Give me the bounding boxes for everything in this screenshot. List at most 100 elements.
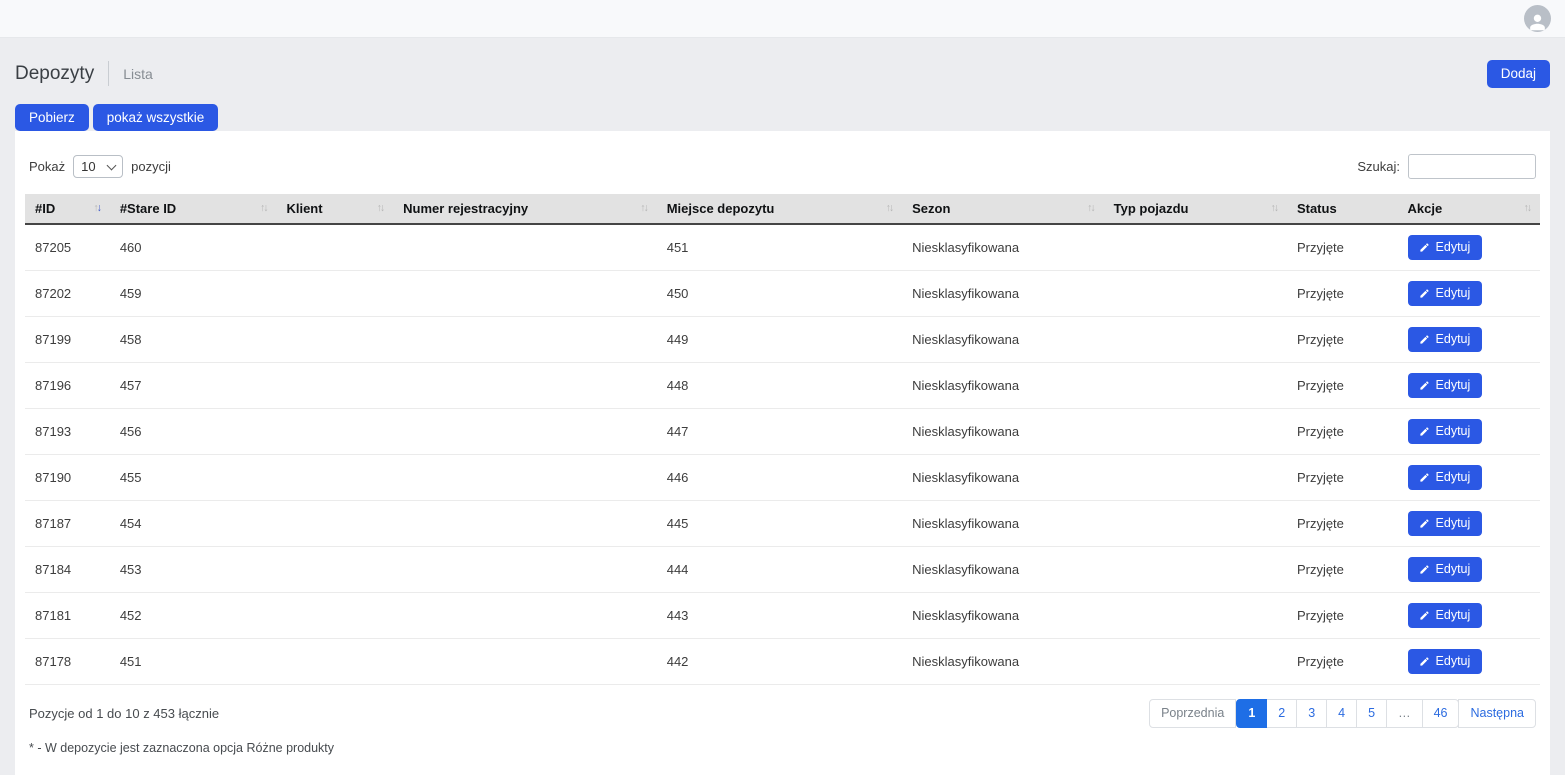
cell-status: Przyjęte bbox=[1287, 639, 1398, 685]
cell-stare-id: 458 bbox=[110, 317, 277, 363]
chevron-down-icon bbox=[107, 160, 117, 170]
cell-klient bbox=[276, 363, 393, 409]
sort-icon: ↑↓ bbox=[260, 201, 267, 215]
sort-icon: ↑↓ bbox=[1270, 201, 1277, 215]
cell-id: 87202 bbox=[25, 271, 110, 317]
cell-id: 87196 bbox=[25, 363, 110, 409]
cell-numer-rejestracyjny bbox=[393, 501, 657, 547]
table-row: 87181 452 443 Niesklasyfikowana Przyjęte… bbox=[25, 593, 1540, 639]
cell-typ-pojazdu bbox=[1104, 639, 1287, 685]
cell-akcje: Edytuj bbox=[1398, 455, 1540, 501]
edit-button[interactable]: Edytuj bbox=[1408, 327, 1483, 353]
column-header-sezon[interactable]: ↑↓ Sezon bbox=[902, 194, 1103, 224]
cell-stare-id: 456 bbox=[110, 409, 277, 455]
pagination-page[interactable]: 46 bbox=[1422, 699, 1460, 728]
cell-numer-rejestracyjny bbox=[393, 455, 657, 501]
pagination-previous[interactable]: Poprzednia bbox=[1149, 699, 1236, 728]
edit-button[interactable]: Edytuj bbox=[1408, 649, 1483, 675]
column-header-typ-pojazdu[interactable]: ↑↓ Typ pojazdu bbox=[1104, 194, 1287, 224]
pagination-page[interactable]: 5 bbox=[1356, 699, 1387, 728]
cell-stare-id: 451 bbox=[110, 639, 277, 685]
pagination-page[interactable]: 2 bbox=[1266, 699, 1297, 728]
pagination: Poprzednia 12345…46 Następna bbox=[1149, 699, 1536, 728]
cell-id: 87187 bbox=[25, 501, 110, 547]
edit-button[interactable]: Edytuj bbox=[1408, 557, 1483, 583]
table-info: Pozycje od 1 do 10 z 453 łącznie bbox=[29, 706, 219, 721]
table-row: 87178 451 442 Niesklasyfikowana Przyjęte… bbox=[25, 639, 1540, 685]
pencil-icon bbox=[1419, 380, 1430, 391]
cell-typ-pojazdu bbox=[1104, 501, 1287, 547]
cell-klient bbox=[276, 501, 393, 547]
cell-stare-id: 453 bbox=[110, 547, 277, 593]
pagination-page[interactable]: 1 bbox=[1236, 699, 1267, 728]
cell-sezon: Niesklasyfikowana bbox=[902, 409, 1103, 455]
cell-id: 87184 bbox=[25, 547, 110, 593]
cell-klient bbox=[276, 639, 393, 685]
table-row: 87187 454 445 Niesklasyfikowana Przyjęte… bbox=[25, 501, 1540, 547]
pencil-icon bbox=[1419, 288, 1430, 299]
search-input[interactable] bbox=[1408, 154, 1536, 179]
pencil-icon bbox=[1419, 610, 1430, 621]
edit-button[interactable]: Edytuj bbox=[1408, 373, 1483, 399]
cell-id: 87193 bbox=[25, 409, 110, 455]
show-all-button[interactable]: pokaż wszystkie bbox=[93, 104, 219, 132]
column-header-miejsce-depozytu[interactable]: ↑↓ Miejsce depozytu bbox=[657, 194, 902, 224]
cell-id: 87178 bbox=[25, 639, 110, 685]
table-card: Pokaż 10 pozycji Szukaj: ↑↓ bbox=[15, 131, 1550, 775]
user-avatar-icon[interactable] bbox=[1524, 5, 1551, 32]
cell-numer-rejestracyjny bbox=[393, 409, 657, 455]
edit-button[interactable]: Edytuj bbox=[1408, 465, 1483, 491]
column-header-akcje[interactable]: ↑↓ Akcje bbox=[1398, 194, 1540, 224]
cell-miejsce-depozytu: 448 bbox=[657, 363, 902, 409]
cell-id: 87181 bbox=[25, 593, 110, 639]
download-button[interactable]: Pobierz bbox=[15, 104, 89, 132]
edit-button[interactable]: Edytuj bbox=[1408, 235, 1483, 261]
edit-button[interactable]: Edytuj bbox=[1408, 419, 1483, 445]
pencil-icon bbox=[1419, 334, 1430, 345]
edit-button[interactable]: Edytuj bbox=[1408, 603, 1483, 629]
pagination-next[interactable]: Następna bbox=[1458, 699, 1536, 728]
cell-miejsce-depozytu: 446 bbox=[657, 455, 902, 501]
cell-miejsce-depozytu: 442 bbox=[657, 639, 902, 685]
cell-sezon: Niesklasyfikowana bbox=[902, 317, 1103, 363]
cell-status: Przyjęte bbox=[1287, 271, 1398, 317]
cell-numer-rejestracyjny bbox=[393, 639, 657, 685]
search-control: Szukaj: bbox=[1357, 154, 1536, 179]
cell-miejsce-depozytu: 449 bbox=[657, 317, 902, 363]
cell-akcje: Edytuj bbox=[1398, 363, 1540, 409]
page-size-select[interactable]: 10 bbox=[73, 155, 123, 178]
cell-numer-rejestracyjny bbox=[393, 363, 657, 409]
column-header-klient[interactable]: ↑↓ Klient bbox=[276, 194, 393, 224]
pagination-page[interactable]: 4 bbox=[1326, 699, 1357, 728]
sort-icon: ↑↓ bbox=[1524, 201, 1531, 215]
cell-miejsce-depozytu: 447 bbox=[657, 409, 902, 455]
cell-miejsce-depozytu: 451 bbox=[657, 224, 902, 271]
edit-button[interactable]: Edytuj bbox=[1408, 281, 1483, 307]
cell-stare-id: 459 bbox=[110, 271, 277, 317]
cell-sezon: Niesklasyfikowana bbox=[902, 639, 1103, 685]
cell-status: Przyjęte bbox=[1287, 363, 1398, 409]
cell-typ-pojazdu bbox=[1104, 271, 1287, 317]
pagination-page[interactable]: 3 bbox=[1296, 699, 1327, 728]
sort-icon: ↑↓ bbox=[377, 201, 384, 215]
table-header-row: ↑↓ #ID ↑↓ #Stare ID ↑↓ Klient ↑↓ Numer r… bbox=[25, 194, 1540, 224]
page-size-control: Pokaż 10 pozycji bbox=[29, 155, 171, 178]
sort-icon: ↑↓ bbox=[1087, 201, 1094, 215]
cell-typ-pojazdu bbox=[1104, 547, 1287, 593]
cell-akcje: Edytuj bbox=[1398, 271, 1540, 317]
cell-status: Przyjęte bbox=[1287, 224, 1398, 271]
page-subtitle: Lista bbox=[123, 66, 153, 82]
edit-button[interactable]: Edytuj bbox=[1408, 511, 1483, 537]
column-header-stare-id[interactable]: ↑↓ #Stare ID bbox=[110, 194, 277, 224]
column-header-numer-rejestracyjny[interactable]: ↑↓ Numer rejestracyjny bbox=[393, 194, 657, 224]
cell-id: 87199 bbox=[25, 317, 110, 363]
add-button[interactable]: Dodaj bbox=[1487, 60, 1550, 88]
cell-stare-id: 452 bbox=[110, 593, 277, 639]
cell-klient bbox=[276, 547, 393, 593]
cell-klient bbox=[276, 271, 393, 317]
column-header-id[interactable]: ↑↓ #ID bbox=[25, 194, 110, 224]
sort-icon: ↑↓ bbox=[640, 201, 647, 215]
column-header-status[interactable]: ↑↓ Status bbox=[1287, 194, 1398, 224]
search-label: Szukaj: bbox=[1357, 159, 1400, 174]
cell-miejsce-depozytu: 450 bbox=[657, 271, 902, 317]
